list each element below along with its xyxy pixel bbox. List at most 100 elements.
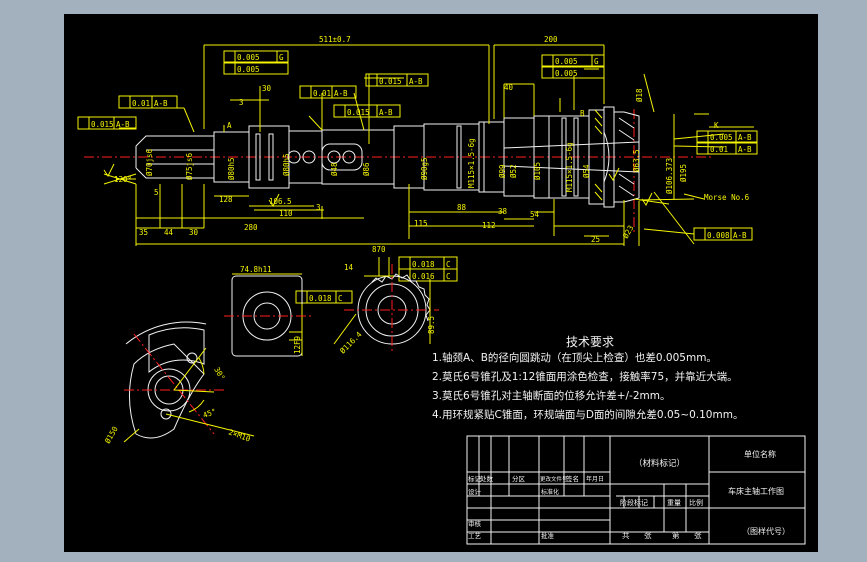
tb-total: 共: [622, 531, 630, 540]
material-mark: （材料标记）: [634, 458, 685, 469]
dim-30-top: 30: [262, 84, 272, 93]
dim-88: 88: [457, 203, 467, 212]
tb-sheets2: 张: [694, 531, 702, 540]
drawing-name: 车床主轴工作图: [728, 486, 784, 496]
dim-phi80: Ø80h5: [282, 153, 291, 176]
tol-13-value: 0.018: [309, 294, 332, 303]
tol-15-datum: C: [446, 272, 451, 281]
datum-b-label: B: [580, 109, 585, 118]
unit-name: 单位名称: [744, 449, 776, 459]
dim-38: 38: [498, 207, 508, 216]
dim-phi48: Ø48: [330, 162, 339, 176]
tb-standardize: 标准化: [541, 488, 559, 496]
dim-3b: 3: [316, 203, 321, 212]
tol-15-value: 0.016: [412, 272, 435, 281]
dim-511: 511±0.7: [319, 35, 351, 44]
dim-phi70: Ø70js6: [145, 148, 154, 176]
tol-1-value: 0.005: [237, 53, 260, 62]
dim-30deg: 30°: [212, 366, 227, 382]
dim-748: 74.8h11: [240, 265, 272, 274]
tol-2-value: 0.005: [237, 65, 260, 74]
dim-phi195: Ø195: [679, 164, 688, 182]
dim-128: 128: [219, 195, 233, 204]
dim-110: 110: [279, 209, 293, 218]
tol-12-value: 0.008: [707, 231, 730, 240]
tb-design: 设计: [468, 487, 482, 496]
morse-label: Morse No.6: [704, 193, 750, 202]
dim-115: 115: [414, 219, 428, 228]
dim-44: 44: [164, 228, 174, 237]
dim-phi105: Ø105: [533, 162, 542, 180]
cad-viewport: 0.005 G 0.005 0.015 A-B 0.01 A-B 0.01 A-…: [0, 0, 867, 562]
tb-scale: 比例: [689, 498, 703, 507]
dim-phi80-left: Ø80h5: [227, 157, 236, 180]
dim-phi86: Ø86: [362, 162, 371, 176]
dim-14: 14: [344, 263, 354, 272]
dim-35: 35: [139, 228, 148, 237]
dim-phi99: Ø99: [498, 164, 507, 178]
tol-8-value: 0.005: [555, 57, 578, 66]
tb-approve: 批准: [541, 531, 555, 540]
engineering-drawing: 0.005 G 0.005 0.015 A-B 0.01 A-B 0.01 A-…: [77, 35, 806, 545]
dimension-lines: [103, 44, 754, 246]
dim-phi63: Ø63.5: [632, 149, 641, 172]
tol-6-datum: A-B: [154, 99, 168, 108]
tol-12-datum: A-B: [733, 231, 747, 240]
tol-4-value: 0.01: [313, 89, 331, 98]
tol-4-datum: A-B: [334, 89, 348, 98]
tb-date: 年月日: [586, 475, 604, 483]
tol-3-datum: A-B: [409, 77, 423, 86]
dim-phi150: Ø150: [103, 424, 120, 445]
dim-870: 870: [372, 245, 386, 254]
tb-signature: 签名: [566, 474, 579, 483]
dim-89-5: 89.5: [427, 316, 436, 334]
tb-count: 处数: [480, 474, 494, 483]
tol-9-value: 0.005: [555, 69, 578, 78]
dim-phi54: Ø54: [582, 164, 591, 178]
dim-54: 54: [530, 210, 540, 219]
tb-process: 工艺: [468, 532, 482, 540]
flange-end-view: [123, 321, 255, 443]
dim-5: 5: [154, 188, 159, 197]
dim-30: 30: [189, 228, 199, 237]
dim-2m10: 2×M10: [227, 427, 252, 443]
tol-5-datum: A-B: [379, 108, 393, 117]
tol-11-value: 0.01: [710, 145, 728, 154]
drawing-sheet: 0.005 G 0.005 0.015 A-B 0.01 A-B 0.01 A-…: [64, 14, 818, 552]
dim-112: 112: [482, 221, 496, 230]
dim-m115-left: M115×1.5-6g: [467, 138, 476, 188]
dim-3a: 3: [239, 98, 244, 107]
note-1: 1.轴颈A、B的径向圆跳动（在顶尖上检查）也差0.005mm。: [432, 351, 717, 364]
dim-phi18: Ø18: [635, 88, 644, 102]
tb-sheets: 张: [644, 531, 652, 540]
tol-14-value: 0.018: [412, 260, 435, 269]
tb-zone: 分区: [512, 474, 526, 483]
dim-phi75: Ø75js6: [185, 152, 194, 180]
tb-change-doc: 更改文件号: [540, 475, 568, 483]
dim-120: 120°: [114, 175, 132, 184]
tol-3-value: 0.015: [379, 77, 402, 86]
tol-11-datum: A-B: [738, 145, 752, 154]
dim-12f9: 12F9: [293, 336, 302, 354]
dim-45deg: 45°: [202, 407, 218, 420]
dim-k: K: [714, 121, 719, 130]
tol-5-value: 0.015: [347, 108, 370, 117]
tol-10-value: 0.005: [710, 133, 733, 142]
dim-m115-right: M115×1.5-6g: [565, 142, 574, 192]
dim-phi52: Ø52: [509, 164, 518, 178]
dim-40: 40: [504, 83, 514, 92]
tol-6-value: 0.01: [132, 99, 150, 108]
tol-1-datum: G: [279, 53, 284, 62]
dim-phi90: Ø90g5: [420, 157, 429, 180]
dim-phi106: Ø106.373: [665, 158, 674, 194]
tb-weight: 重量: [667, 499, 681, 507]
datum-a-label: A: [227, 121, 232, 130]
drawing-code: （图样代号）: [742, 526, 790, 536]
tol-13-datum: C: [338, 294, 343, 303]
tol-10-datum: A-B: [738, 133, 752, 142]
dim-25: 25: [591, 235, 600, 244]
dim-280: 280: [244, 223, 258, 232]
tol-7-datum: A-B: [116, 120, 130, 129]
note-3: 3.莫氏6号锥孔对主轴断面的位移允许差+/-2mm。: [432, 389, 670, 402]
dim-200: 200: [544, 35, 558, 44]
